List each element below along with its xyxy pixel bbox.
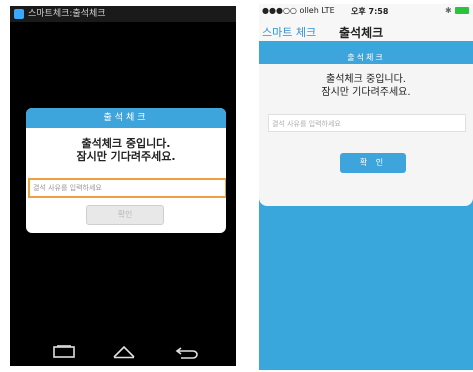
android-message-line-1: 출석체크 중입니다.: [81, 137, 171, 150]
iphone-confirm-button[interactable]: 확 인: [340, 153, 406, 173]
iphone-status-bar: ●●●○○ olleh LTE 오후 7:58 ✱: [259, 4, 473, 17]
back-button[interactable]: 스마트 체크: [262, 24, 316, 40]
android-nav-bar: [10, 341, 236, 366]
iphone-dialog-header: 출석체크: [259, 51, 473, 64]
android-status-title: 스마트체크:출석체크: [28, 9, 106, 19]
iphone-attendance-dialog: 출석체크 출석체크 중입니다. 잠시만 기다려주세요. 결석 사유를 입력하세요…: [259, 51, 473, 206]
iphone-message-line-1: 출석체크 중입니다.: [326, 74, 406, 85]
android-screen: 스마트체크:출석체크 출석체크 출석체크 중입니다. 잠시만 기다려주세요. 결…: [10, 6, 236, 366]
iphone-dialog-message: 출석체크 중입니다. 잠시만 기다려주세요.: [259, 73, 473, 99]
back-icon[interactable]: [175, 345, 199, 359]
android-dialog-message: 출석체크 중입니다. 잠시만 기다려주세요.: [26, 137, 226, 163]
iphone-top-bar: ●●●○○ olleh LTE 오후 7:58 ✱ 스마트 체크 출석체크: [259, 4, 473, 41]
carrier-label: ●●●○○ olleh LTE: [262, 6, 335, 15]
home-icon[interactable]: [113, 345, 135, 359]
android-dialog-header: 출석체크: [26, 108, 226, 128]
android-message-line-2: 잠시만 기다려주세요.: [76, 150, 176, 163]
app-icon: [14, 9, 24, 19]
bluetooth-icon: ✱: [445, 6, 452, 15]
battery-icon: [455, 7, 469, 14]
android-status-bar: 스마트체크:출석체크: [10, 6, 236, 22]
status-time: 오후 7:58: [351, 7, 389, 16]
iphone-absence-reason-input[interactable]: 결석 사유를 입력하세요: [268, 114, 466, 132]
page-title: 출석체크: [339, 26, 384, 40]
iphone-navigation-bar: 스마트 체크 출석체크: [259, 18, 473, 41]
iphone-screen: ●●●○○ olleh LTE 오후 7:58 ✱ 스마트 체크 출석체크 출석…: [259, 4, 473, 370]
android-confirm-button[interactable]: 확인: [86, 205, 164, 225]
iphone-message-line-2: 잠시만 기다려주세요.: [321, 87, 411, 98]
android-attendance-dialog: 출석체크 출석체크 중입니다. 잠시만 기다려주세요. 결석 사유를 입력하세요…: [26, 108, 226, 233]
recent-apps-icon[interactable]: [53, 345, 75, 359]
android-absence-reason-input[interactable]: 결석 사유를 입력하세요: [28, 178, 226, 198]
